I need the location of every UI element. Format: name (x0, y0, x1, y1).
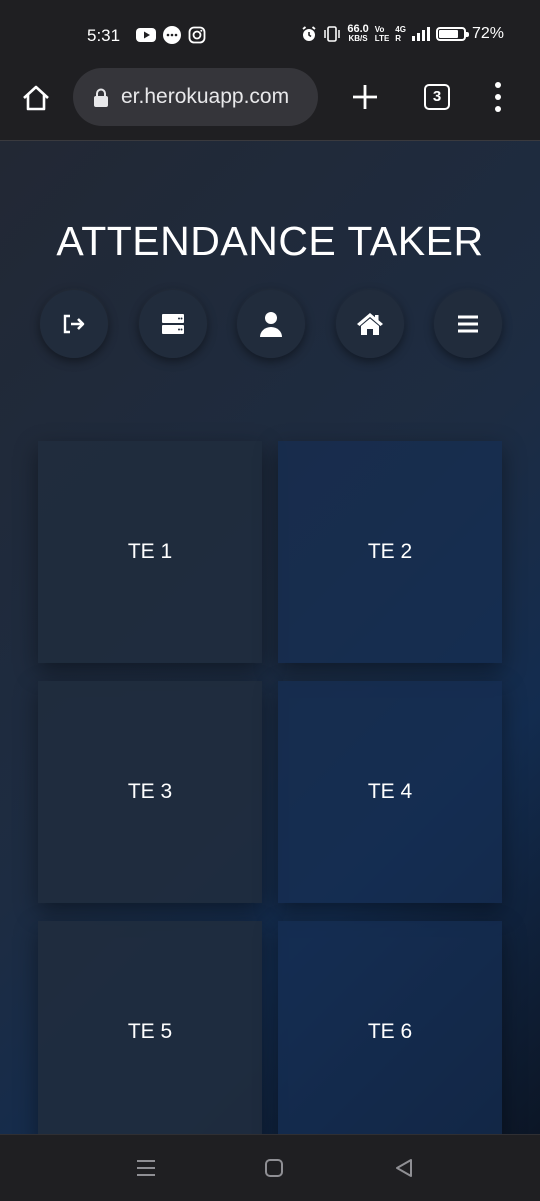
browser-menu-icon[interactable] (494, 82, 502, 112)
web-page: ATTENDANCE TAKER TE 1 TE 2 TE 3 TE 4 TE … (0, 141, 540, 1134)
class-card[interactable]: TE 4 (278, 681, 502, 903)
instagram-icon (188, 26, 206, 44)
home-nav-icon[interactable] (264, 1158, 284, 1178)
profile-button[interactable] (237, 290, 305, 358)
home-button[interactable] (336, 290, 404, 358)
server-icon (162, 314, 184, 334)
signal-icon (411, 27, 430, 41)
class-card[interactable]: TE 6 (278, 921, 502, 1134)
class-card[interactable]: TE 5 (38, 921, 262, 1134)
volte-indicator: Vo LTE (375, 25, 390, 43)
messages-icon (163, 26, 181, 44)
status-time: 5:31 (87, 26, 121, 45)
menu-icon (458, 315, 478, 333)
vibrate-icon (324, 26, 341, 42)
speed-value: 66.0 (347, 23, 369, 35)
network-type: 4G R (395, 25, 406, 43)
class-card[interactable]: TE 3 (38, 681, 262, 903)
url-text: er.herokuapp.com (121, 85, 290, 108)
system-navigation-bar (0, 1134, 540, 1201)
volte-top: Vo (374, 25, 385, 34)
browser-home-icon[interactable] (20, 82, 52, 114)
url-bar[interactable]: er.herokuapp.com (73, 68, 318, 126)
page-title: ATTENDANCE TAKER (56, 218, 484, 265)
battery-percent: 72% (471, 25, 504, 42)
logout-button[interactable] (40, 290, 108, 358)
volte-bottom: LTE (374, 34, 390, 43)
lock-icon (94, 88, 108, 107)
nav-buttons (0, 290, 540, 360)
menu-button[interactable] (434, 290, 502, 358)
network-label: 4G (395, 25, 406, 34)
browser-toolbar: er.herokuapp.com 3 (0, 68, 540, 141)
recent-apps-icon[interactable] (136, 1159, 156, 1177)
class-card[interactable]: TE 2 (278, 441, 502, 663)
speed-unit: KB/S (348, 34, 368, 43)
status-bar: 5:31 66.0 KB/S Vo LTE 4G R 72% (0, 0, 540, 68)
tab-switcher-button[interactable]: 3 (424, 84, 450, 110)
user-icon (260, 312, 282, 337)
new-tab-icon[interactable] (350, 82, 380, 112)
home-icon (357, 313, 383, 335)
notification-icons (136, 25, 206, 45)
server-button[interactable] (139, 290, 207, 358)
status-right: 66.0 KB/S Vo LTE 4G R 72% (301, 24, 504, 44)
youtube-icon (136, 28, 156, 42)
logout-icon (63, 314, 85, 334)
alarm-icon (302, 26, 316, 41)
battery-icon (435, 27, 469, 41)
back-icon[interactable] (394, 1158, 414, 1178)
class-card[interactable]: TE 1 (38, 441, 262, 663)
network-speed: 66.0 KB/S (347, 24, 368, 44)
